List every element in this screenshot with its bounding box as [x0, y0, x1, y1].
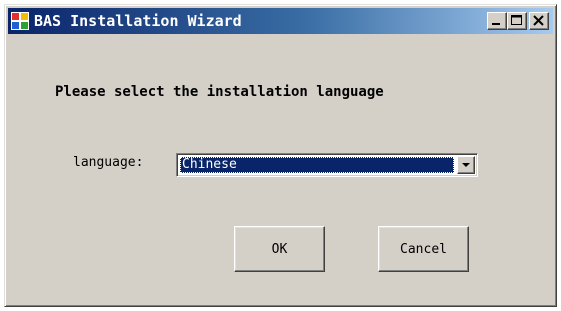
cancel-button[interactable]: Cancel — [378, 226, 469, 272]
chevron-down-icon — [462, 163, 470, 167]
minimize-button[interactable] — [487, 12, 507, 30]
language-label: language: — [73, 155, 144, 170]
close-button[interactable] — [529, 12, 549, 30]
language-select[interactable]: Chinese — [176, 153, 478, 177]
minimize-icon — [492, 23, 500, 25]
window-title: BAS Installation Wizard — [34, 12, 242, 30]
app-window-icon — [11, 12, 29, 30]
maximize-icon — [511, 15, 522, 25]
ok-button[interactable]: OK — [234, 226, 325, 272]
instruction-heading: Please select the installation language — [55, 84, 384, 100]
maximize-button[interactable] — [507, 12, 527, 30]
installation-wizard-window: BAS Installation Wizard Please select th… — [4, 4, 557, 307]
close-icon — [533, 15, 544, 26]
language-dropdown-button[interactable] — [457, 156, 475, 174]
language-selected-value[interactable]: Chinese — [180, 157, 454, 173]
title-bar[interactable]: BAS Installation Wizard — [8, 8, 553, 34]
